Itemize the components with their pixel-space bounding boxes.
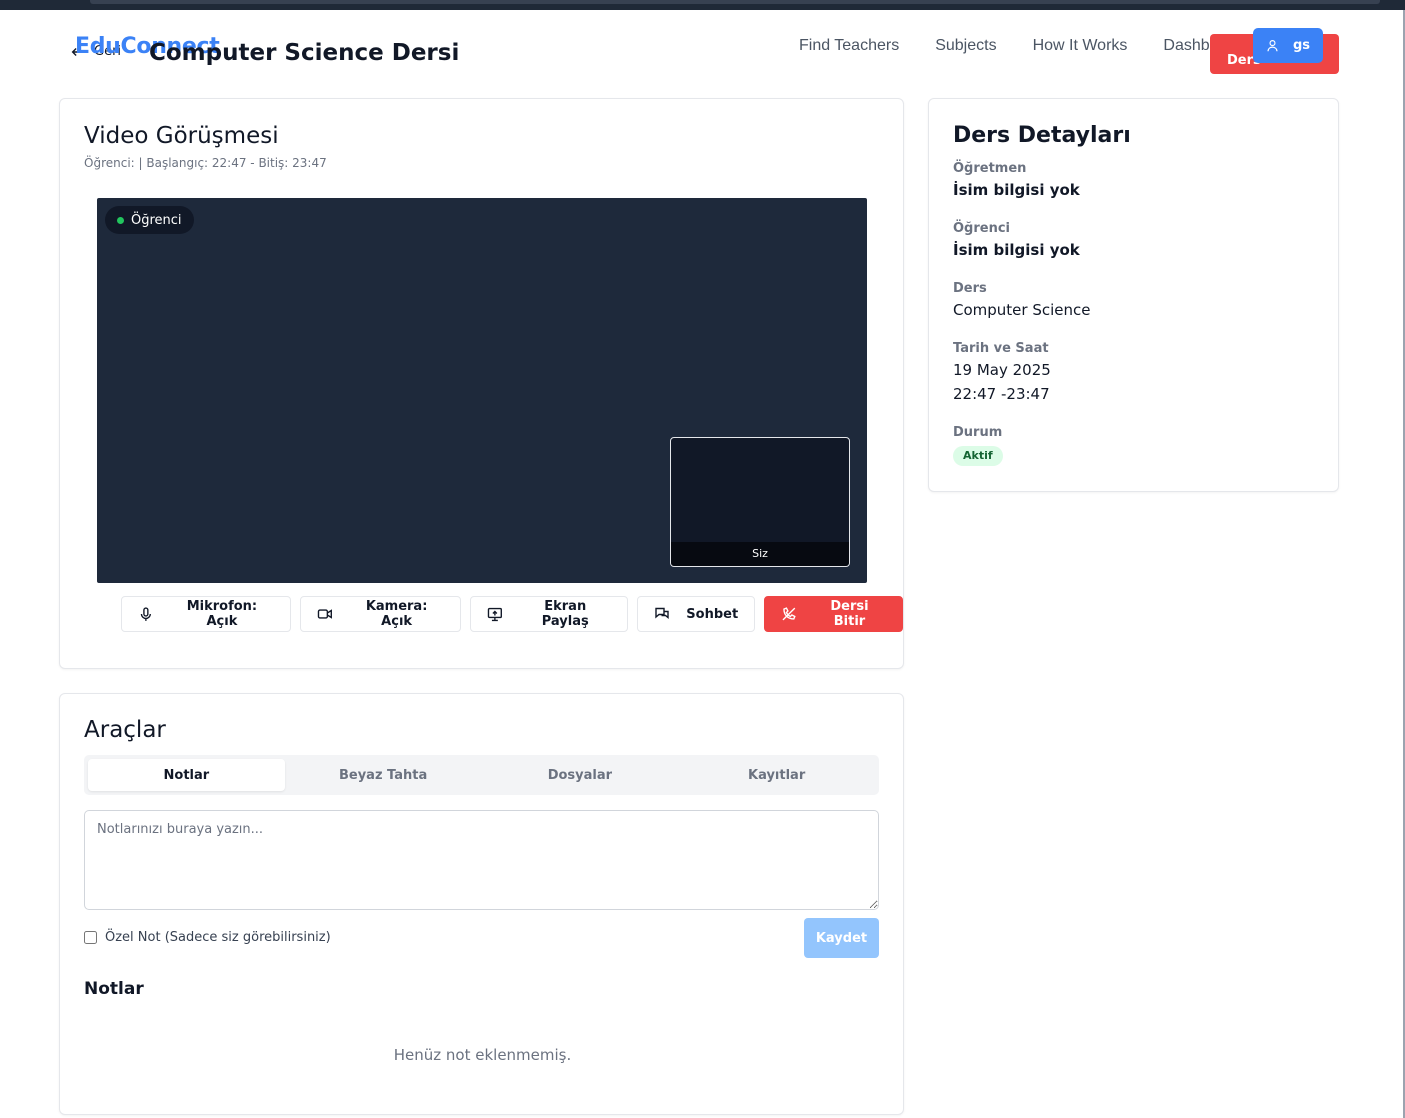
teacher-value: İsim bilgisi yok: [953, 181, 1080, 199]
course-label: Ders: [953, 281, 987, 296]
camera-toggle-button[interactable]: Kamera: Açık: [300, 596, 462, 632]
private-note-label: Özel Not (Sadece siz görebilirsiniz): [105, 930, 331, 945]
user-icon: [1267, 40, 1278, 52]
screen-share-label: Ekran Paylaş: [541, 599, 589, 629]
tab-notes[interactable]: Notlar: [88, 759, 285, 791]
tools-tabs: Notlar Beyaz Tahta Dosyalar Kayıtlar: [84, 755, 879, 795]
time-value: 22:47 -23:47: [953, 385, 1050, 403]
end-lesson-label: Dersi Bitir: [830, 599, 869, 629]
empty-notes-message: Henüz not eklenmemiş.: [393, 1046, 572, 1064]
tab-recordings[interactable]: Kayıtlar: [678, 759, 875, 791]
remote-video-stage: Öğrenci Siz: [97, 198, 867, 583]
status-badge: Aktif: [953, 446, 1003, 466]
private-note-option[interactable]: Özel Not (Sadece siz görebilirsiniz): [84, 930, 331, 945]
course-value: Computer Science: [953, 301, 1091, 319]
user-menu-button[interactable]: gs: [1253, 28, 1323, 63]
datetime-label: Tarih ve Saat: [953, 341, 1049, 356]
screen-share-icon: [488, 607, 503, 622]
chat-button[interactable]: Sohbet: [637, 596, 756, 632]
phone-off-icon: [782, 607, 796, 621]
teacher-label: Öğretmen: [953, 161, 1027, 176]
camera-label: Kamera: Açık: [365, 599, 428, 629]
screen-share-button[interactable]: Ekran Paylaş: [470, 596, 629, 632]
notes-textarea[interactable]: [84, 810, 879, 910]
tab-whiteboard[interactable]: Beyaz Tahta: [285, 759, 482, 791]
main-nav: Find Teachers Subjects How It Works Dash…: [799, 37, 1278, 55]
status-label: Durum: [953, 425, 1003, 440]
tools-card: Araçlar Notlar Beyaz Tahta Dosyalar Kayı…: [59, 693, 904, 1115]
nav-find-teachers[interactable]: Find Teachers: [799, 37, 899, 55]
nav-how-it-works[interactable]: How It Works: [1033, 37, 1128, 55]
online-status-dot: [117, 216, 124, 224]
tools-title: Araçlar: [84, 717, 166, 743]
microphone-label: Mikrofon: Açık: [186, 599, 258, 629]
top-strip-highlight: [90, 0, 1380, 4]
private-note-checkbox[interactable]: [84, 931, 97, 944]
student-value: İsim bilgisi yok: [953, 241, 1080, 259]
end-lesson-button[interactable]: Dersi Bitir: [764, 596, 903, 632]
microphone-icon: [140, 607, 152, 621]
nav-subjects[interactable]: Subjects: [935, 37, 996, 55]
student-label: Öğrenci: [953, 221, 1011, 236]
remote-participant-label: Öğrenci: [131, 212, 182, 228]
tab-files[interactable]: Dosyalar: [482, 759, 679, 791]
self-video-label: Siz: [671, 542, 849, 566]
details-title: Ders Detayları: [953, 123, 1131, 148]
video-card-subtitle: Öğrenci: | Başlangıç: 22:47 - Bitiş: 23:…: [84, 156, 327, 170]
user-initials: gs: [1293, 38, 1311, 53]
video-camera-icon: [317, 609, 333, 619]
page-title: Computer Science Dersi: [149, 40, 460, 66]
call-controls: Mikrofon: Açık Kamera: Açık Ekran Paylaş…: [121, 596, 903, 632]
video-call-card: Video Görüşmesi Öğrenci: | Başlangıç: 22…: [59, 98, 904, 669]
save-note-button[interactable]: Kaydet: [804, 918, 879, 958]
chat-label: Sohbet: [686, 606, 739, 622]
remote-participant-badge: Öğrenci: [105, 206, 194, 234]
notes-heading: Notlar: [84, 979, 144, 999]
microphone-toggle-button[interactable]: Mikrofon: Açık: [121, 596, 292, 632]
lesson-details-card: Ders Detayları Öğretmen İsim bilgisi yok…: [928, 98, 1339, 492]
video-card-title: Video Görüşmesi: [84, 123, 279, 149]
date-value: 19 May 2025: [953, 361, 1051, 379]
chat-bubbles-icon: [655, 607, 669, 619]
browser-top-strip: [0, 0, 1405, 10]
self-video-preview: Siz: [670, 437, 850, 567]
